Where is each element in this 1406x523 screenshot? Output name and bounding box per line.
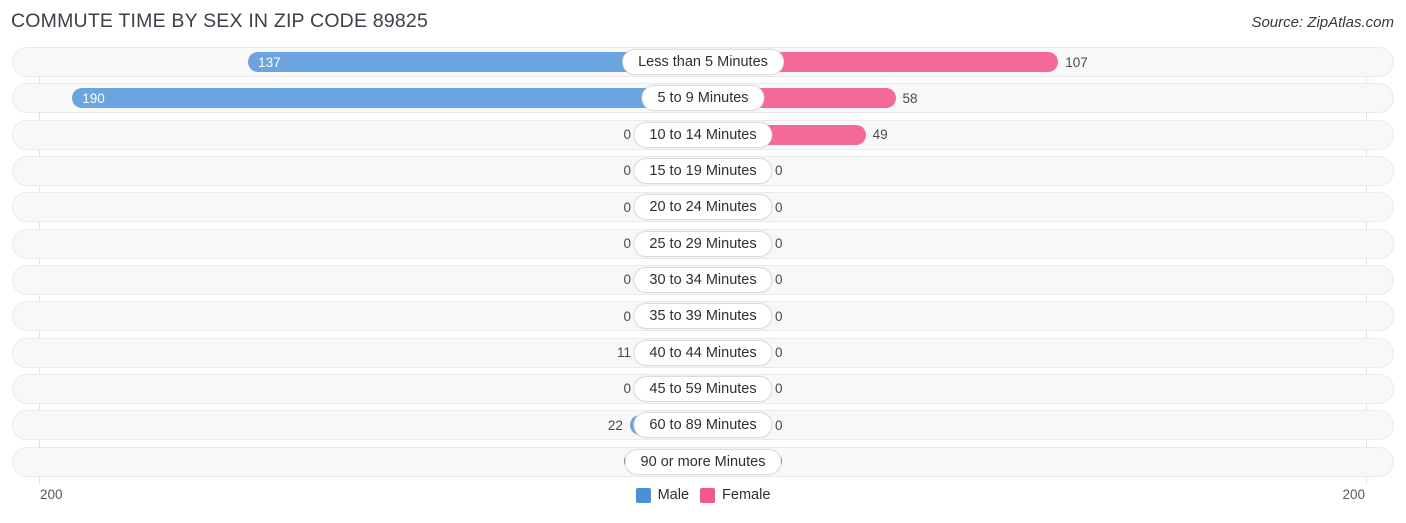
table-row: 0090 or more Minutes bbox=[11, 446, 1395, 477]
bar-value-male: 190 bbox=[82, 90, 105, 106]
table-row: 11 0 40 to 44 Minutes bbox=[11, 337, 1395, 368]
category-label-pill: 35 to 39 Minutes bbox=[633, 303, 773, 330]
category-label-pill: 60 to 89 Minutes bbox=[633, 412, 773, 439]
source-attribution: Source: ZipAtlas.com bbox=[1251, 14, 1394, 31]
chart-root: COMMUTE TIME BY SEX IN ZIP CODE 89825 So… bbox=[0, 0, 1406, 523]
table-row: 22 0 60 to 89 Minutes bbox=[11, 410, 1395, 441]
bar-male[interactable] bbox=[72, 88, 703, 109]
legend-label-female: Female bbox=[722, 487, 771, 503]
category-label-pill: 30 to 34 Minutes bbox=[633, 266, 773, 293]
table-row: 0 0 25 to 29 Minutes bbox=[11, 228, 1395, 259]
category-label-pill: 90 or more Minutes bbox=[624, 448, 782, 475]
category-label-pill: 25 to 29 Minutes bbox=[633, 230, 773, 257]
table-row: 0 0 15 to 19 Minutes bbox=[11, 155, 1395, 186]
legend-item-male[interactable]: Male bbox=[635, 487, 690, 503]
table-row: 190 58 5 to 9 Minutes bbox=[11, 83, 1395, 114]
page-title: COMMUTE TIME BY SEX IN ZIP CODE 89825 bbox=[11, 10, 429, 32]
category-label-pill: 15 to 19 Minutes bbox=[633, 157, 773, 184]
bar-value-male: 137 bbox=[258, 54, 281, 70]
category-label-pill: Less than 5 Minutes bbox=[622, 49, 784, 75]
bar-value-male: 22 bbox=[607, 417, 623, 433]
table-row: 0 0 35 to 39 Minutes bbox=[11, 301, 1395, 332]
legend-item-female[interactable]: Female bbox=[700, 487, 770, 503]
table-row: 0 0 45 to 59 Minutes bbox=[11, 373, 1395, 404]
category-label-pill: 10 to 14 Minutes bbox=[633, 121, 773, 148]
table-row: 137 107 Less than 5 Minutes bbox=[11, 47, 1395, 77]
legend-swatch-female-icon bbox=[700, 487, 716, 503]
chart-footer: 200 200 Male Female bbox=[11, 484, 1395, 520]
category-label-pill: 45 to 59 Minutes bbox=[633, 375, 773, 402]
legend-label-male: Male bbox=[657, 487, 690, 503]
plot-area: 137 107 Less than 5 Minutes 190 58 5 to 9 Min… bbox=[11, 47, 1395, 484]
bar-value-female: 107 bbox=[1065, 54, 1088, 70]
legend-swatch-male-icon bbox=[635, 487, 651, 503]
bar-value-female: 58 bbox=[902, 90, 918, 106]
table-row: 0 0 30 to 34 Minutes bbox=[11, 264, 1395, 295]
chart-header: COMMUTE TIME BY SEX IN ZIP CODE 89825 So… bbox=[0, 0, 1406, 42]
chart-legend: Male Female bbox=[11, 487, 1395, 503]
table-row: 0 49 10 to 14 Minutes bbox=[11, 119, 1395, 150]
table-row: 0 0 20 to 24 Minutes bbox=[11, 192, 1395, 223]
category-label-pill: 20 to 24 Minutes bbox=[633, 194, 773, 221]
category-label-pill: 5 to 9 Minutes bbox=[641, 85, 765, 112]
category-label-pill: 40 to 44 Minutes bbox=[633, 339, 773, 366]
bar-value-female: 49 bbox=[872, 127, 888, 143]
